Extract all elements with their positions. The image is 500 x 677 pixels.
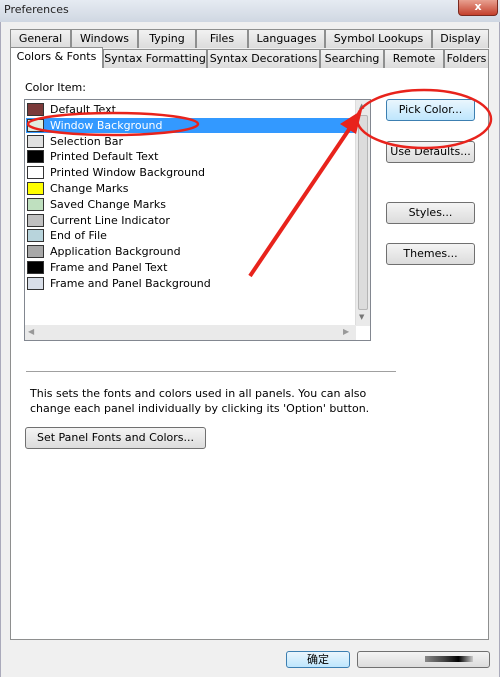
color-swatch [27, 150, 44, 164]
set-panel-fonts-button[interactable]: Set Panel Fonts and Colors... [25, 427, 206, 449]
list-item[interactable]: Window Background [26, 117, 356, 133]
list-item-label: Printed Default Text [50, 150, 159, 164]
scroll-right-icon[interactable]: ▶ [343, 327, 349, 336]
themes-button[interactable]: Themes... [386, 243, 475, 265]
scroll-thumb[interactable] [358, 115, 368, 310]
description-text: This sets the fonts and colors used in a… [30, 387, 370, 415]
list-item-label: Printed Window Background [50, 166, 206, 180]
list-item-label: End of File [50, 229, 107, 243]
list-item[interactable]: Current Line Indicator [26, 213, 356, 228]
color-swatch [27, 229, 44, 243]
separator [26, 371, 396, 372]
window-title: Preferences [4, 3, 69, 16]
styles-button[interactable]: Styles... [386, 202, 475, 224]
list-item[interactable]: Default Text [26, 102, 356, 117]
color-swatch [27, 134, 44, 148]
tab-syntax-formatting[interactable]: Syntax Formatting [103, 49, 207, 68]
horizontal-scrollbar[interactable]: ◀ ▶ [25, 325, 356, 340]
color-swatch [27, 103, 44, 116]
list-item[interactable]: Saved Change Marks [26, 197, 356, 212]
obscured-label-icon [425, 656, 473, 662]
tab-languages[interactable]: Languages [248, 29, 325, 48]
list-item[interactable]: Frame and Panel Text [26, 260, 356, 275]
use-defaults-button[interactable]: Use Defaults... [386, 141, 475, 163]
pick-color-button[interactable]: Pick Color... [386, 99, 475, 121]
list-item-label: Window Background [50, 118, 163, 132]
list-item[interactable]: Printed Window Background [26, 165, 356, 180]
list-item-label: Application Background [50, 245, 181, 259]
color-swatch [27, 182, 44, 195]
list-item-label: Default Text [50, 103, 116, 116]
tab-syntax-decorations[interactable]: Syntax Decorations [207, 49, 320, 68]
vertical-scrollbar[interactable]: ▲ ▼ [355, 100, 370, 326]
color-swatch [27, 166, 44, 180]
list-item[interactable]: Selection Bar [26, 134, 356, 149]
tab-windows[interactable]: Windows [71, 29, 138, 48]
list-item-label: Frame and Panel Text [50, 261, 168, 274]
color-swatch [27, 261, 44, 274]
list-item[interactable]: Application Background [26, 244, 356, 259]
scroll-down-icon[interactable]: ▼ [359, 313, 364, 321]
color-swatch [27, 276, 44, 290]
close-button[interactable]: x [458, 0, 498, 16]
tab-remote[interactable]: Remote [384, 49, 444, 68]
list-item-label: Frame and Panel Background [50, 276, 211, 290]
color-swatch [27, 197, 44, 211]
scroll-left-icon[interactable]: ◀ [28, 327, 34, 336]
scroll-up-icon[interactable]: ▲ [359, 102, 364, 110]
list-item-label: Selection Bar [50, 134, 123, 148]
list-item[interactable]: Printed Default Text [26, 149, 356, 164]
tab-symbol-lookups[interactable]: Symbol Lookups [325, 29, 432, 48]
tab-display[interactable]: Display [432, 29, 489, 48]
tab-folders[interactable]: Folders [444, 49, 489, 68]
list-item[interactable]: Frame and Panel Background [26, 276, 356, 291]
list-item[interactable]: End of File [26, 228, 356, 243]
tab-general[interactable]: General [10, 29, 71, 48]
tab-searching[interactable]: Searching [320, 49, 384, 68]
color-swatch [27, 245, 44, 259]
color-swatch [27, 118, 44, 132]
list-item[interactable]: Change Marks [26, 181, 356, 196]
list-item-label: Change Marks [50, 182, 129, 195]
list-item-label: Current Line Indicator [50, 213, 170, 227]
color-item-label: Color Item: [25, 81, 86, 94]
tab-typing[interactable]: Typing [138, 29, 196, 48]
color-item-list[interactable]: Default Text Window Background Selection B… [24, 99, 371, 341]
tab-files[interactable]: Files [196, 29, 248, 48]
list-item-label: Saved Change Marks [50, 197, 166, 211]
tab-colors-fonts[interactable]: Colors & Fonts [10, 47, 103, 68]
title-bar [0, 0, 500, 22]
color-swatch [27, 213, 44, 227]
ok-button[interactable]: 确定 [286, 651, 350, 668]
